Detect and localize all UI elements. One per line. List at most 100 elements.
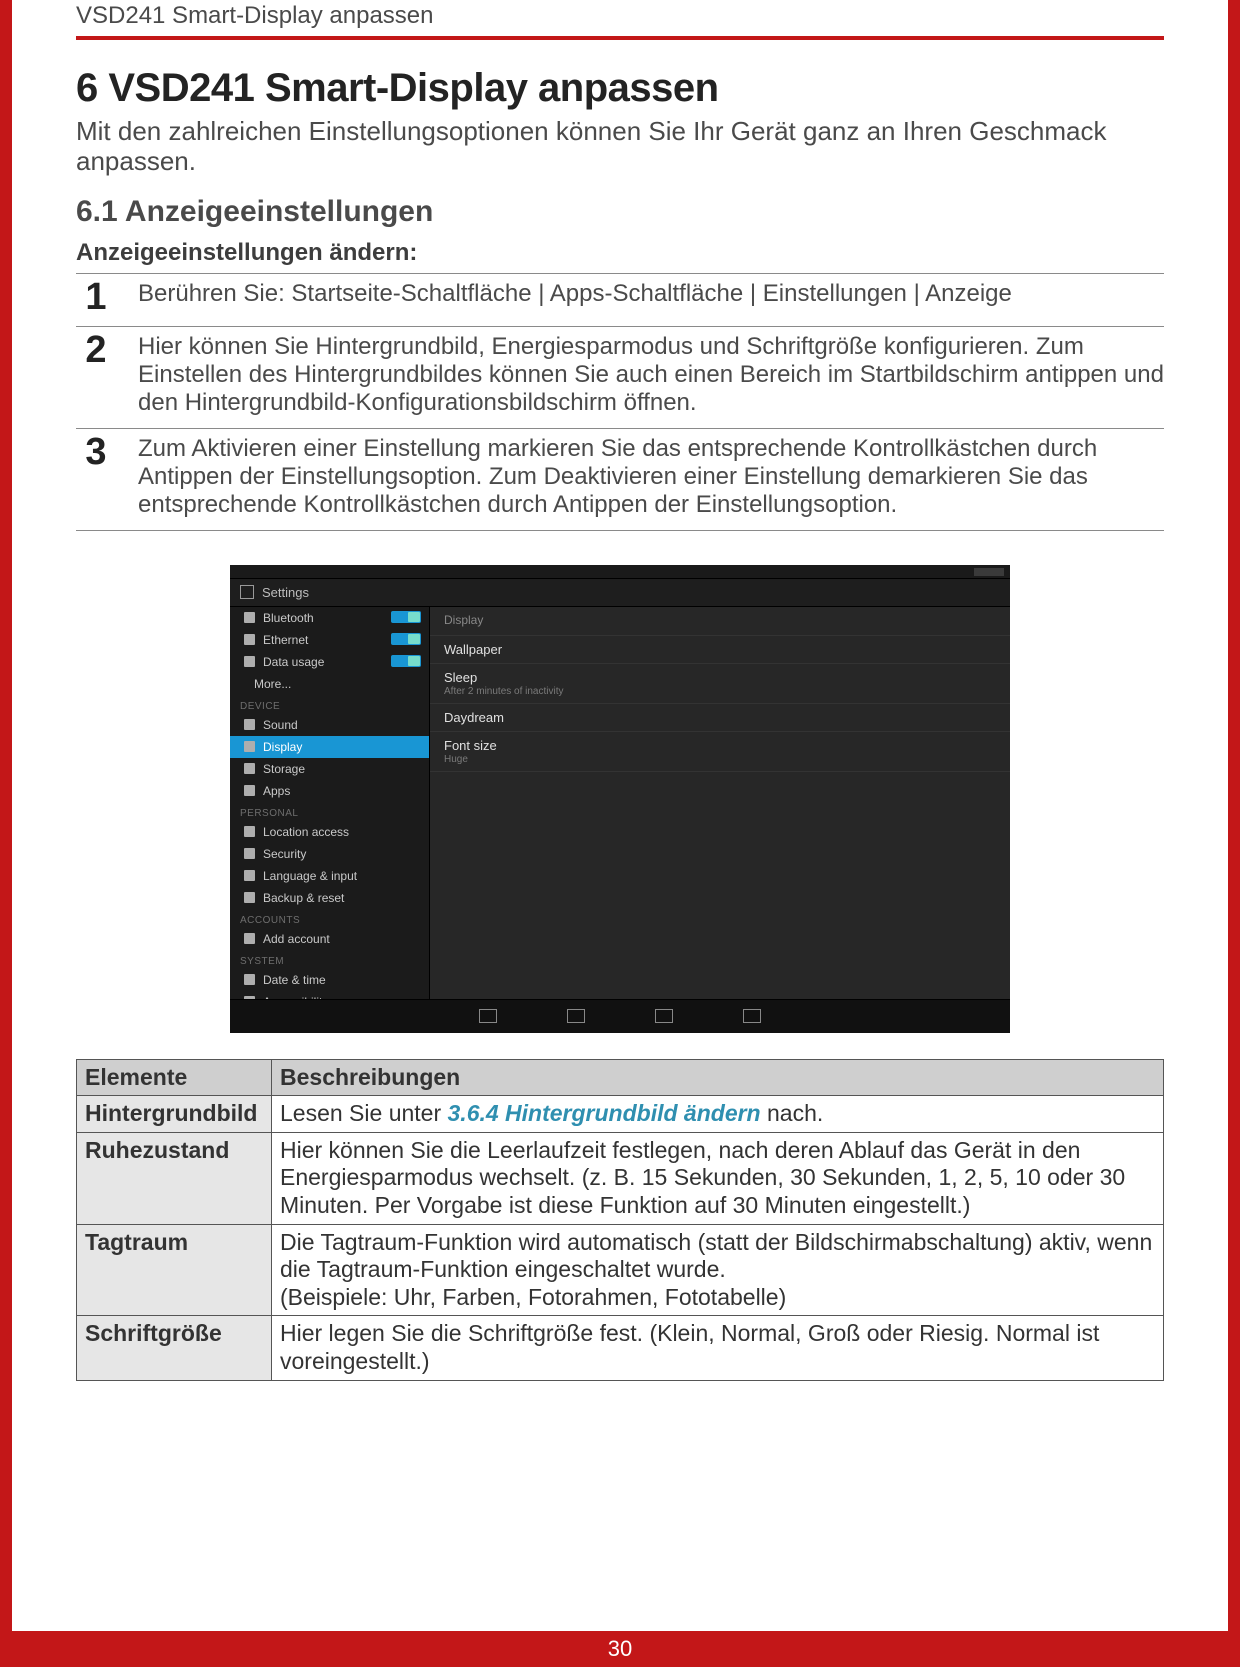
sidebar-item-data-usage[interactable]: Data usage [230, 651, 429, 673]
ethernet-icon [244, 634, 255, 645]
section-title: 6.1 Anzeigeeinstellungen [76, 195, 1164, 229]
table-row: Tagtraum Die Tagtraum-Funktion wird auto… [77, 1224, 1164, 1316]
settings-body: Bluetooth Ethernet Data usage More... DE… [230, 607, 1010, 999]
step-text: Zum Aktivieren einer Einstellung markier… [138, 435, 1164, 520]
steps-list: 1 Berühren Sie: Startseite-Schaltfläche … [76, 273, 1164, 531]
sidebar-item-ethernet[interactable]: Ethernet [230, 629, 429, 651]
sidebar-item-label: Security [263, 847, 306, 861]
table-header-descriptions: Beschreibungen [272, 1059, 1164, 1096]
sidebar-item-label: Data usage [263, 655, 324, 669]
android-navbar [230, 999, 1010, 1033]
setting-item-wallpaper[interactable]: Wallpaper [430, 636, 1010, 664]
settings-icon [240, 585, 254, 599]
sidebar-item-language[interactable]: Language & input [230, 865, 429, 887]
settings-app-title: Settings [262, 585, 309, 600]
toggle-switch[interactable] [391, 611, 421, 623]
setting-subtitle: After 2 minutes of inactivity [444, 686, 996, 697]
language-icon [244, 870, 255, 881]
android-settings-screenshot: Settings Bluetooth Ethernet Data usage M… [230, 565, 1010, 1025]
step-1: 1 Berühren Sie: Startseite-Schaltfläche … [76, 273, 1164, 326]
sidebar-item-security[interactable]: Security [230, 843, 429, 865]
sidebar-category-device: DEVICE [230, 695, 429, 714]
chapter-title: 6 VSD241 Smart-Display anpassen [76, 66, 1164, 111]
sidebar-item-label: Language & input [263, 869, 357, 883]
data-usage-icon [244, 656, 255, 667]
page-inner: VSD241 Smart-Display anpassen 6 VSD241 S… [12, 0, 1228, 1381]
setting-title: Wallpaper [444, 642, 996, 657]
table-row: Hintergrundbild Lesen Sie unter 3.6.4 Hi… [77, 1096, 1164, 1133]
section-subhead: Anzeigeeinstellungen ändern: [76, 239, 1164, 267]
sidebar-item-label: Storage [263, 762, 305, 776]
table-header-row: Elemente Beschreibungen [77, 1059, 1164, 1096]
recent-icon[interactable] [655, 1009, 673, 1023]
description-table: Elemente Beschreibungen Hintergrundbild … [76, 1059, 1164, 1381]
add-icon [244, 933, 255, 944]
table-cell-element: Tagtraum [77, 1224, 272, 1316]
sidebar-category-system: SYSTEM [230, 950, 429, 969]
main-pane-heading: Display [430, 611, 1010, 636]
toggle-switch[interactable] [391, 633, 421, 645]
sidebar-item-more[interactable]: More... [230, 673, 429, 695]
sidebar-item-label: Display [263, 740, 302, 754]
clock-icon [244, 974, 255, 985]
settings-app-header: Settings [230, 579, 1010, 607]
back-icon[interactable] [479, 1009, 497, 1023]
sidebar-item-label: Backup & reset [263, 891, 344, 905]
sidebar-item-label: Date & time [263, 973, 326, 987]
sidebar-item-label: Ethernet [263, 633, 308, 647]
table-cell-description: Die Tagtraum-Funktion wird automatisch (… [272, 1224, 1164, 1316]
step-number: 2 [76, 331, 116, 418]
sidebar-item-label: Bluetooth [263, 611, 314, 625]
step-text: Berühren Sie: Startseite-Schaltfläche | … [138, 280, 1012, 316]
sidebar-item-apps[interactable]: Apps [230, 780, 429, 802]
accessibility-icon [244, 996, 255, 999]
step-3: 3 Zum Aktivieren einer Einstellung marki… [76, 428, 1164, 531]
screenshot-icon[interactable] [743, 1009, 761, 1023]
sidebar-item-bluetooth[interactable]: Bluetooth [230, 607, 429, 629]
sidebar-item-backup[interactable]: Backup & reset [230, 887, 429, 909]
sidebar-item-location[interactable]: Location access [230, 821, 429, 843]
settings-main-pane: Display Wallpaper SleepAfter 2 minutes o… [430, 607, 1010, 999]
setting-item-fontsize[interactable]: Font sizeHuge [430, 732, 1010, 772]
cross-reference-link[interactable]: 3.6.4 Hintergrundbild ändern [448, 1100, 761, 1126]
table-cell-description: Hier können Sie die Leerlaufzeit festleg… [272, 1132, 1164, 1224]
screenshot-wrapper: Settings Bluetooth Ethernet Data usage M… [76, 565, 1164, 1025]
sidebar-item-label: Location access [263, 825, 349, 839]
setting-item-daydream[interactable]: Daydream [430, 704, 1010, 732]
bluetooth-icon [244, 612, 255, 623]
sidebar-item-label: Add account [263, 932, 330, 946]
apps-icon [244, 785, 255, 796]
table-cell-element: Schriftgröße [77, 1316, 272, 1380]
storage-icon [244, 763, 255, 774]
display-icon [244, 741, 255, 752]
settings-sidebar: Bluetooth Ethernet Data usage More... DE… [230, 607, 430, 999]
setting-item-sleep[interactable]: SleepAfter 2 minutes of inactivity [430, 664, 1010, 704]
security-icon [244, 848, 255, 859]
sound-icon [244, 719, 255, 730]
table-cell-description: Lesen Sie unter 3.6.4 Hintergrundbild än… [272, 1096, 1164, 1133]
sidebar-item-display[interactable]: Display [230, 736, 429, 758]
page-number: 30 [608, 1636, 632, 1662]
table-cell-element: Hintergrundbild [77, 1096, 272, 1133]
sidebar-item-storage[interactable]: Storage [230, 758, 429, 780]
toggle-switch[interactable] [391, 655, 421, 667]
step-2: 2 Hier können Sie Hintergrundbild, Energ… [76, 326, 1164, 428]
sidebar-item-label: Sound [263, 718, 298, 732]
table-cell-description: Hier legen Sie die Schriftgröße fest. (K… [272, 1316, 1164, 1380]
sidebar-item-sound[interactable]: Sound [230, 714, 429, 736]
home-icon[interactable] [567, 1009, 585, 1023]
sidebar-item-add-account[interactable]: Add account [230, 928, 429, 950]
sidebar-item-accessibility[interactable]: Accessibility [230, 991, 429, 999]
setting-subtitle: Huge [444, 754, 996, 765]
setting-title: Daydream [444, 710, 996, 725]
desc-text-pre: Lesen Sie unter [280, 1100, 448, 1126]
table-header-elements: Elemente [77, 1059, 272, 1096]
page: VSD241 Smart-Display anpassen 6 VSD241 S… [0, 0, 1240, 1667]
table-cell-element: Ruhezustand [77, 1132, 272, 1224]
table-row: Ruhezustand Hier können Sie die Leerlauf… [77, 1132, 1164, 1224]
sidebar-item-datetime[interactable]: Date & time [230, 969, 429, 991]
table-row: Schriftgröße Hier legen Sie die Schriftg… [77, 1316, 1164, 1380]
backup-icon [244, 892, 255, 903]
setting-title: Font size [444, 738, 996, 753]
sidebar-item-label: More... [254, 677, 291, 691]
